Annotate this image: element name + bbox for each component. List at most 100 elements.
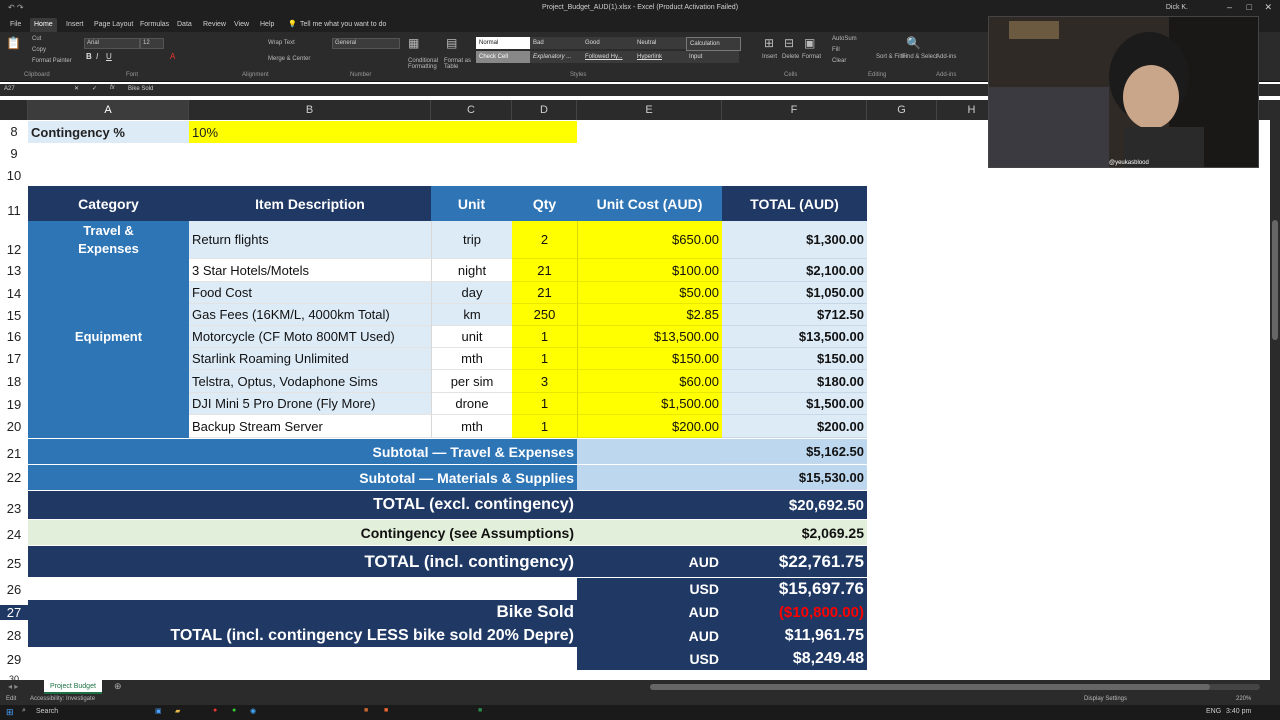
item-unit-cost[interactable]: $60.00 [577, 370, 722, 393]
row-header[interactable]: 21 [0, 446, 28, 461]
item-qty[interactable]: 1 [512, 393, 577, 415]
item-qty[interactable]: 2 [512, 221, 577, 259]
file-explorer-icon[interactable]: ▰ [175, 707, 180, 715]
format-cells-button[interactable]: Format [802, 54, 821, 60]
item-description[interactable]: Gas Fees (16KM/L, 4000km Total) [189, 304, 431, 326]
item-unit[interactable]: night [431, 259, 512, 282]
item-qty[interactable]: 3 [512, 370, 577, 393]
minimize-icon[interactable]: – [1227, 2, 1232, 12]
bike-sold-label[interactable]: Bike Sold [28, 600, 577, 624]
style-normal[interactable]: Normal [476, 37, 531, 49]
subtotal-materials-value[interactable]: $15,530.00 [722, 465, 867, 490]
excel-icon[interactable]: ■ [478, 707, 482, 714]
item-unit-cost[interactable]: $13,500.00 [577, 326, 722, 348]
vertical-scroll-thumb[interactable] [1272, 220, 1278, 340]
merge-center-button[interactable]: Merge & Center [268, 56, 310, 62]
sheet-tab-project-budget[interactable]: Project Budget [44, 680, 102, 694]
item-total[interactable]: $180.00 [722, 370, 867, 393]
subtotal-materials-blank[interactable] [577, 465, 722, 490]
subtotal-travel-blank[interactable] [577, 439, 722, 464]
format-as-table-button[interactable]: Format as Table [444, 58, 474, 70]
item-total[interactable]: $1,050.00 [722, 282, 867, 304]
row-header[interactable]: 22 [0, 470, 28, 485]
total-less-bike-currency[interactable]: AUD [577, 624, 722, 647]
header-unit[interactable]: Unit [431, 186, 512, 221]
app-icon[interactable]: ● [213, 707, 217, 714]
category-equipment[interactable]: Equipment [28, 326, 189, 438]
total-incl-label[interactable]: TOTAL (incl. contingency) [28, 546, 577, 577]
cancel-icon[interactable]: ✕ [74, 85, 79, 92]
column-header-d[interactable]: D [512, 100, 577, 120]
total-incl-usd-currency[interactable]: USD [577, 578, 722, 600]
item-description[interactable]: Food Cost [189, 282, 431, 304]
item-unit[interactable]: drone [431, 393, 512, 415]
conditional-formatting-button[interactable]: Conditional Formatting [408, 58, 440, 70]
row-header[interactable]: 29 [0, 652, 28, 667]
item-qty[interactable]: 21 [512, 282, 577, 304]
tab-review[interactable]: Review [199, 18, 230, 32]
item-unit-cost[interactable]: $650.00 [577, 221, 722, 259]
taskbar-search[interactable]: Search [36, 708, 58, 715]
item-unit[interactable]: km [431, 304, 512, 326]
header-item-description[interactable]: Item Description [189, 186, 431, 221]
formula-input[interactable]: Bike Sold [128, 86, 153, 92]
item-unit[interactable]: unit [431, 326, 512, 348]
paste-icon[interactable]: 📋 [6, 36, 21, 50]
contingency-row-label[interactable]: Contingency (see Assumptions) [28, 520, 577, 545]
function-icon[interactable]: fx [110, 85, 115, 91]
column-header-e[interactable]: E [577, 100, 722, 120]
language-indicator[interactable]: ENG [1206, 708, 1221, 715]
enter-icon[interactable]: ✓ [92, 85, 97, 92]
app-icon[interactable]: ■ [364, 707, 368, 714]
item-unit-cost[interactable]: $100.00 [577, 259, 722, 282]
item-unit-cost[interactable]: $150.00 [577, 348, 722, 370]
category-travel-fill[interactable] [28, 259, 189, 326]
total-incl-value[interactable]: $22,761.75 [722, 546, 867, 577]
bike-sold-currency[interactable]: AUD [577, 600, 722, 624]
total-excl-blank[interactable] [577, 491, 722, 519]
font-color-icon[interactable]: A [170, 52, 175, 61]
style-neutral[interactable]: Neutral [634, 37, 687, 49]
name-box[interactable]: A27 [4, 86, 64, 92]
taskbar-search-icon[interactable]: ⌕ [22, 707, 26, 715]
row-header[interactable]: 9 [0, 146, 28, 161]
tab-insert[interactable]: Insert [62, 18, 88, 32]
style-followed-hyperlink[interactable]: Followed Hy... [582, 51, 635, 63]
wrap-text-button[interactable]: Wrap Text [268, 40, 295, 46]
item-unit[interactable]: trip [431, 221, 512, 259]
delete-cells-button[interactable]: Delete [782, 54, 799, 60]
tab-data[interactable]: Data [173, 18, 196, 32]
item-qty[interactable]: 1 [512, 415, 577, 438]
column-header-a[interactable]: A [28, 100, 189, 120]
header-category[interactable]: Category [28, 186, 189, 221]
item-total[interactable]: $13,500.00 [722, 326, 867, 348]
item-total[interactable]: $1,300.00 [722, 221, 867, 259]
row-header[interactable]: 11 [0, 203, 28, 218]
item-total[interactable]: $712.50 [722, 304, 867, 326]
style-input[interactable]: Input [686, 51, 739, 63]
tab-help[interactable]: Help [256, 18, 278, 32]
row-header[interactable]: 16 [0, 329, 28, 344]
total-excl-value[interactable]: $20,692.50 [722, 491, 867, 519]
clock[interactable]: 3:40 pm [1226, 708, 1251, 715]
header-qty[interactable]: Qty [512, 186, 577, 221]
delete-cells-icon[interactable]: ⊟ [784, 36, 794, 50]
item-description[interactable]: Motorcycle (CF Moto 800MT Used) [189, 326, 431, 348]
style-explanatory[interactable]: Explanatory ... [530, 51, 583, 63]
row-header[interactable]: 20 [0, 419, 28, 434]
total-incl-currency[interactable]: AUD [577, 546, 722, 577]
zoom-level[interactable]: 220% [1236, 696, 1251, 702]
subtotal-travel-label[interactable]: Subtotal — Travel & Expenses [28, 439, 577, 464]
contingency-row-blank[interactable] [577, 520, 722, 545]
tab-view[interactable]: View [230, 18, 253, 32]
style-check-cell[interactable]: Check Cell [476, 51, 531, 63]
total-excl-label[interactable]: TOTAL (excl. contingency) [28, 491, 577, 519]
item-description[interactable]: Telstra, Optus, Vodaphone Sims [189, 370, 431, 393]
autosum-button[interactable]: AutoSum [832, 36, 857, 42]
style-calculation[interactable]: Calculation [686, 37, 741, 51]
conditional-formatting-icon[interactable]: ▦ [408, 36, 419, 50]
row-header[interactable]: 13 [0, 263, 28, 278]
tell-me-search[interactable]: Tell me what you want to do [296, 18, 390, 32]
total-less-bike-usd-currency[interactable]: USD [577, 647, 722, 670]
row-header[interactable]: 23 [0, 501, 28, 516]
